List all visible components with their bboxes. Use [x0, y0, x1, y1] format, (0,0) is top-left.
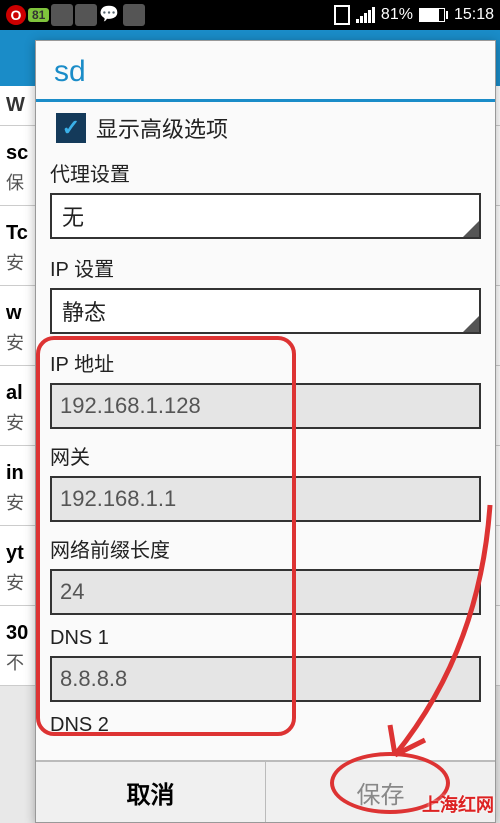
avatar-icon: [123, 4, 145, 26]
advanced-options-label: 显示高级选项: [96, 112, 228, 144]
avatar-icon: [51, 4, 73, 26]
dialog-body: ✓ 显示高级选项 代理设置 无 IP 设置 静态 IP 地址 192.168.1…: [36, 102, 495, 760]
ip-address-label: IP 地址: [50, 348, 481, 377]
signal-icon: [356, 7, 375, 23]
dropdown-icon: [463, 221, 479, 237]
dialog-title: sd: [36, 41, 495, 99]
wifi-config-dialog: sd ✓ 显示高级选项 代理设置 无 IP 设置 静态 IP 地址 192.16…: [35, 40, 496, 823]
status-right: 81% 15:18: [334, 5, 494, 25]
qq-badge-icon: 81: [28, 8, 49, 22]
status-left: O 81 💬: [6, 4, 145, 26]
ip-settings-select[interactable]: 静态: [50, 288, 481, 334]
ip-settings-label: IP 设置: [50, 253, 481, 282]
dns1-input[interactable]: 8.8.8.8: [50, 656, 481, 702]
dns2-label: DNS 2: [50, 714, 481, 737]
wechat-icon: 💬: [99, 4, 121, 26]
proxy-label: 代理设置: [50, 158, 481, 187]
watermark: 上海红网: [422, 791, 494, 817]
battery-icon: [419, 8, 448, 22]
prefix-input[interactable]: 24: [50, 569, 481, 615]
clock: 15:18: [454, 6, 494, 24]
checkbox-checked-icon[interactable]: ✓: [56, 113, 86, 143]
prefix-label: 网络前缀长度: [50, 534, 481, 563]
ip-settings-value: 静态: [62, 295, 106, 327]
dropdown-icon: [463, 316, 479, 332]
avatar-icon: [75, 4, 97, 26]
cancel-button[interactable]: 取消: [36, 762, 266, 822]
gateway-label: 网关: [50, 441, 481, 470]
ip-address-input[interactable]: 192.168.1.128: [50, 383, 481, 429]
opera-icon: O: [6, 5, 26, 25]
vibrate-icon: [334, 5, 350, 25]
status-bar: O 81 💬 81% 15:18: [0, 0, 500, 30]
proxy-select[interactable]: 无: [50, 193, 481, 239]
dns1-label: DNS 1: [50, 627, 481, 650]
battery-percent: 81%: [381, 6, 413, 24]
gateway-input[interactable]: 192.168.1.1: [50, 476, 481, 522]
proxy-value: 无: [62, 200, 84, 232]
advanced-options-row[interactable]: ✓ 显示高级选项: [56, 112, 481, 144]
